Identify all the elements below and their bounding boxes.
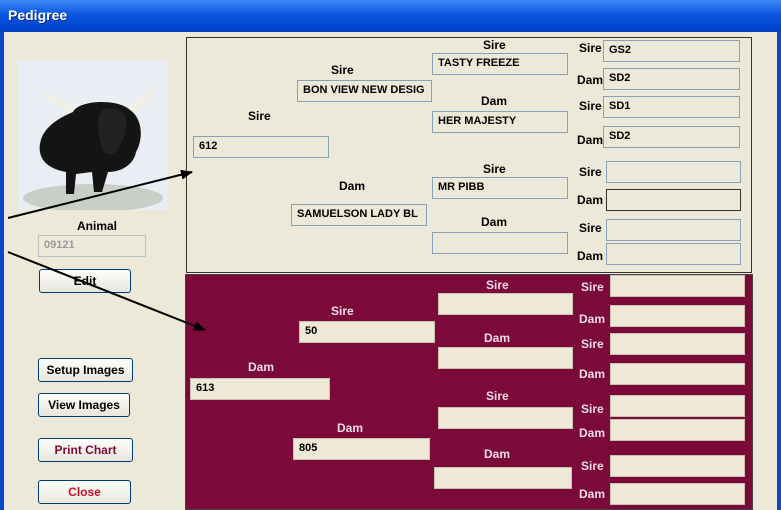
sire-field[interactable]: 612: [193, 136, 329, 158]
g4-field-5[interactable]: [606, 161, 741, 183]
setup-images-button[interactable]: Setup Images: [38, 358, 133, 382]
g3-dam-field-2[interactable]: [432, 232, 568, 254]
g4-label-2: Dam: [577, 73, 604, 87]
g3-sire-label-2: Sire: [483, 162, 506, 176]
d-g3-sire-label-1: Sire: [486, 278, 509, 292]
dam-dam-field[interactable]: 805: [293, 438, 430, 460]
view-images-button[interactable]: View Images: [38, 393, 130, 417]
dam-pedigree-panel: Dam 613 Sire 50 Dam 805 Sire Dam Sire Da…: [185, 274, 753, 510]
edit-button[interactable]: Edit: [39, 269, 131, 293]
d-g4-label-6: Dam: [579, 426, 606, 440]
d-g3-dam-field-1[interactable]: [438, 347, 573, 369]
g3-dam-label-1: Dam: [481, 94, 508, 108]
d-g4-field-7[interactable]: [610, 455, 745, 477]
g4-label-6: Dam: [577, 193, 604, 207]
title-bar: Pedigree: [0, 0, 781, 32]
d-g3-sire-field-1[interactable]: [438, 293, 573, 315]
g4-label-3: Sire: [579, 99, 602, 113]
dam-sire-field[interactable]: 50: [299, 321, 435, 343]
animal-id-field[interactable]: 09121: [38, 235, 146, 257]
d-g4-label-2: Dam: [579, 312, 606, 326]
d-g4-label-3: Sire: [581, 337, 604, 351]
d-g3-sire-label-2: Sire: [486, 389, 509, 403]
g4-label-1: Sire: [579, 41, 602, 55]
sire-label: Sire: [248, 109, 271, 123]
d-g4-field-8[interactable]: [610, 483, 745, 505]
d-g3-sire-field-2[interactable]: [438, 407, 573, 429]
d-g4-label-5: Sire: [581, 402, 604, 416]
sire-pedigree-panel: Sire 612 Sire BON VIEW NEW DESIG Dam SAM…: [186, 37, 752, 273]
g3-dam-label-2: Dam: [481, 215, 508, 229]
animal-label: Animal: [77, 219, 118, 233]
g4-label-5: Sire: [579, 165, 602, 179]
animal-photo: [18, 60, 168, 210]
window-title: Pedigree: [8, 7, 68, 23]
close-button[interactable]: Close: [38, 480, 131, 504]
d-g4-label-7: Sire: [581, 459, 604, 473]
g4-field-6[interactable]: [606, 189, 741, 211]
d-g4-field-3[interactable]: [610, 333, 745, 355]
sire-dam-field[interactable]: SAMUELSON LADY BL: [291, 204, 427, 226]
g4-field-4[interactable]: SD2: [603, 126, 740, 148]
window-border-left: [0, 32, 4, 510]
sire-sire-field[interactable]: BON VIEW NEW DESIG: [297, 80, 432, 102]
d-g4-field-1[interactable]: [610, 275, 745, 297]
d-g4-field-4[interactable]: [610, 363, 745, 385]
g4-label-8: Dam: [577, 249, 604, 263]
g4-field-3[interactable]: SD1: [603, 96, 740, 118]
d-g4-label-4: Dam: [579, 367, 606, 381]
dam-field[interactable]: 613: [190, 378, 330, 400]
d-g4-field-5[interactable]: [610, 395, 745, 417]
d-g3-dam-field-2[interactable]: [434, 467, 572, 489]
sire-sire-label: Sire: [331, 63, 354, 77]
d-g4-label-1: Sire: [581, 280, 604, 294]
g3-dam-field-1[interactable]: HER MAJESTY: [432, 111, 568, 133]
window-border-right: [777, 32, 781, 510]
d-g4-field-2[interactable]: [610, 305, 745, 327]
g3-sire-field-1[interactable]: TASTY FREEZE: [432, 53, 568, 75]
d-g4-field-6[interactable]: [610, 419, 745, 441]
sire-dam-label: Dam: [339, 179, 366, 193]
g4-field-1[interactable]: GS2: [603, 40, 740, 62]
dam-label: Dam: [248, 360, 275, 374]
g3-sire-label-1: Sire: [483, 38, 506, 52]
print-chart-button[interactable]: Print Chart: [38, 438, 133, 462]
g4-field-2[interactable]: SD2: [603, 68, 740, 90]
d-g3-dam-label-2: Dam: [484, 447, 511, 461]
d-g3-dam-label-1: Dam: [484, 331, 511, 345]
g4-label-7: Sire: [579, 221, 602, 235]
g4-field-8[interactable]: [606, 243, 741, 265]
dam-sire-label: Sire: [331, 304, 354, 318]
g3-sire-field-2[interactable]: MR PIBB: [432, 177, 568, 199]
g4-label-4: Dam: [577, 133, 604, 147]
dam-dam-label: Dam: [337, 421, 364, 435]
bull-image: [18, 60, 168, 210]
g4-field-7[interactable]: [606, 219, 741, 241]
d-g4-label-8: Dam: [579, 487, 606, 501]
